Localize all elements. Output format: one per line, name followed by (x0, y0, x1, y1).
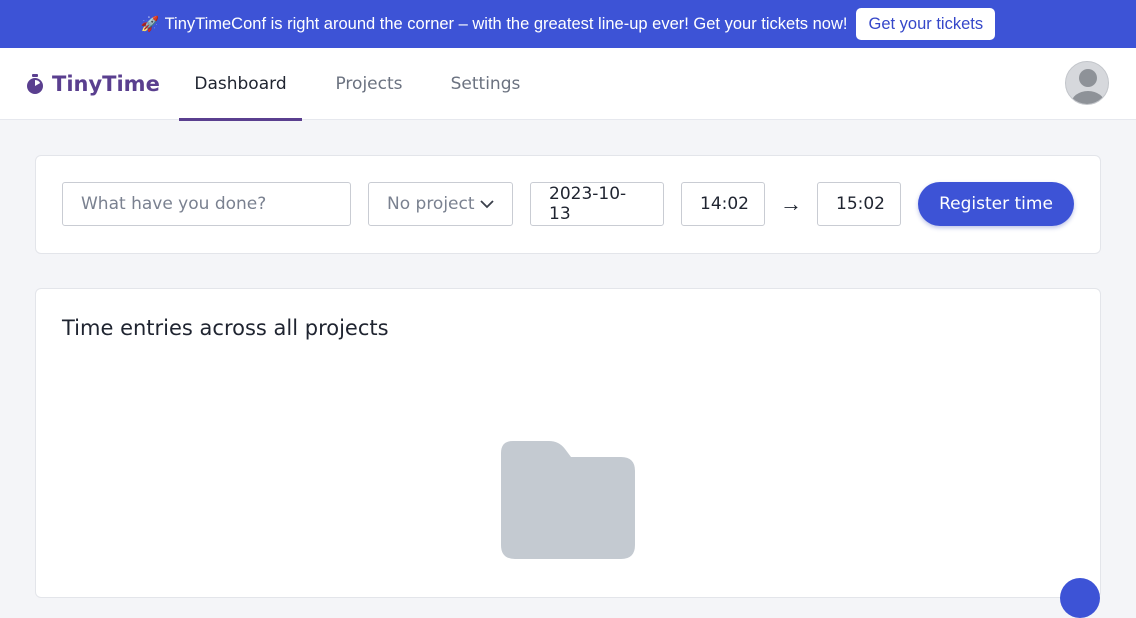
tab-projects-label: Projects (335, 74, 403, 94)
tab-dashboard[interactable]: Dashboard (179, 48, 302, 121)
description-input[interactable]: What have you done? (62, 182, 351, 226)
tab-projects[interactable]: Projects (322, 48, 416, 120)
arrow-right-icon: → (780, 191, 802, 216)
brand-logo[interactable]: TinyTime (26, 70, 160, 98)
start-time-input[interactable]: 14:02 (681, 182, 765, 226)
top-navigation: TinyTime Dashboard Projects Settings (0, 48, 1136, 121)
user-avatar-icon[interactable] (1065, 61, 1109, 105)
chevron-down-icon (480, 200, 494, 209)
tab-dashboard-label: Dashboard (194, 74, 287, 94)
stopwatch-icon (27, 74, 43, 94)
get-tickets-button[interactable]: Get your tickets (856, 8, 996, 40)
date-input[interactable]: 2023-10-13 (530, 182, 664, 226)
tab-settings[interactable]: Settings (438, 48, 533, 120)
announcement-banner: 🚀 TinyTimeConf is right around the corne… (0, 0, 1136, 48)
banner-message: TinyTimeConf is right around the corner … (164, 14, 848, 33)
help-button[interactable] (1060, 578, 1100, 618)
register-time-button[interactable]: Register time (918, 182, 1074, 226)
project-select[interactable]: No project (368, 182, 513, 226)
brand-name: TinyTime (52, 72, 160, 96)
folder-icon (501, 441, 635, 559)
time-entry-form: What have you done? No project 2023-10-1… (35, 155, 1101, 254)
end-time-input[interactable]: 15:02 (817, 182, 901, 226)
entries-title: Time entries across all projects (62, 316, 389, 340)
tab-settings-label: Settings (450, 74, 521, 94)
rocket-icon: 🚀 (140, 16, 160, 33)
time-entries-panel: Time entries across all projects (35, 288, 1101, 598)
project-select-value: No project (387, 194, 475, 214)
